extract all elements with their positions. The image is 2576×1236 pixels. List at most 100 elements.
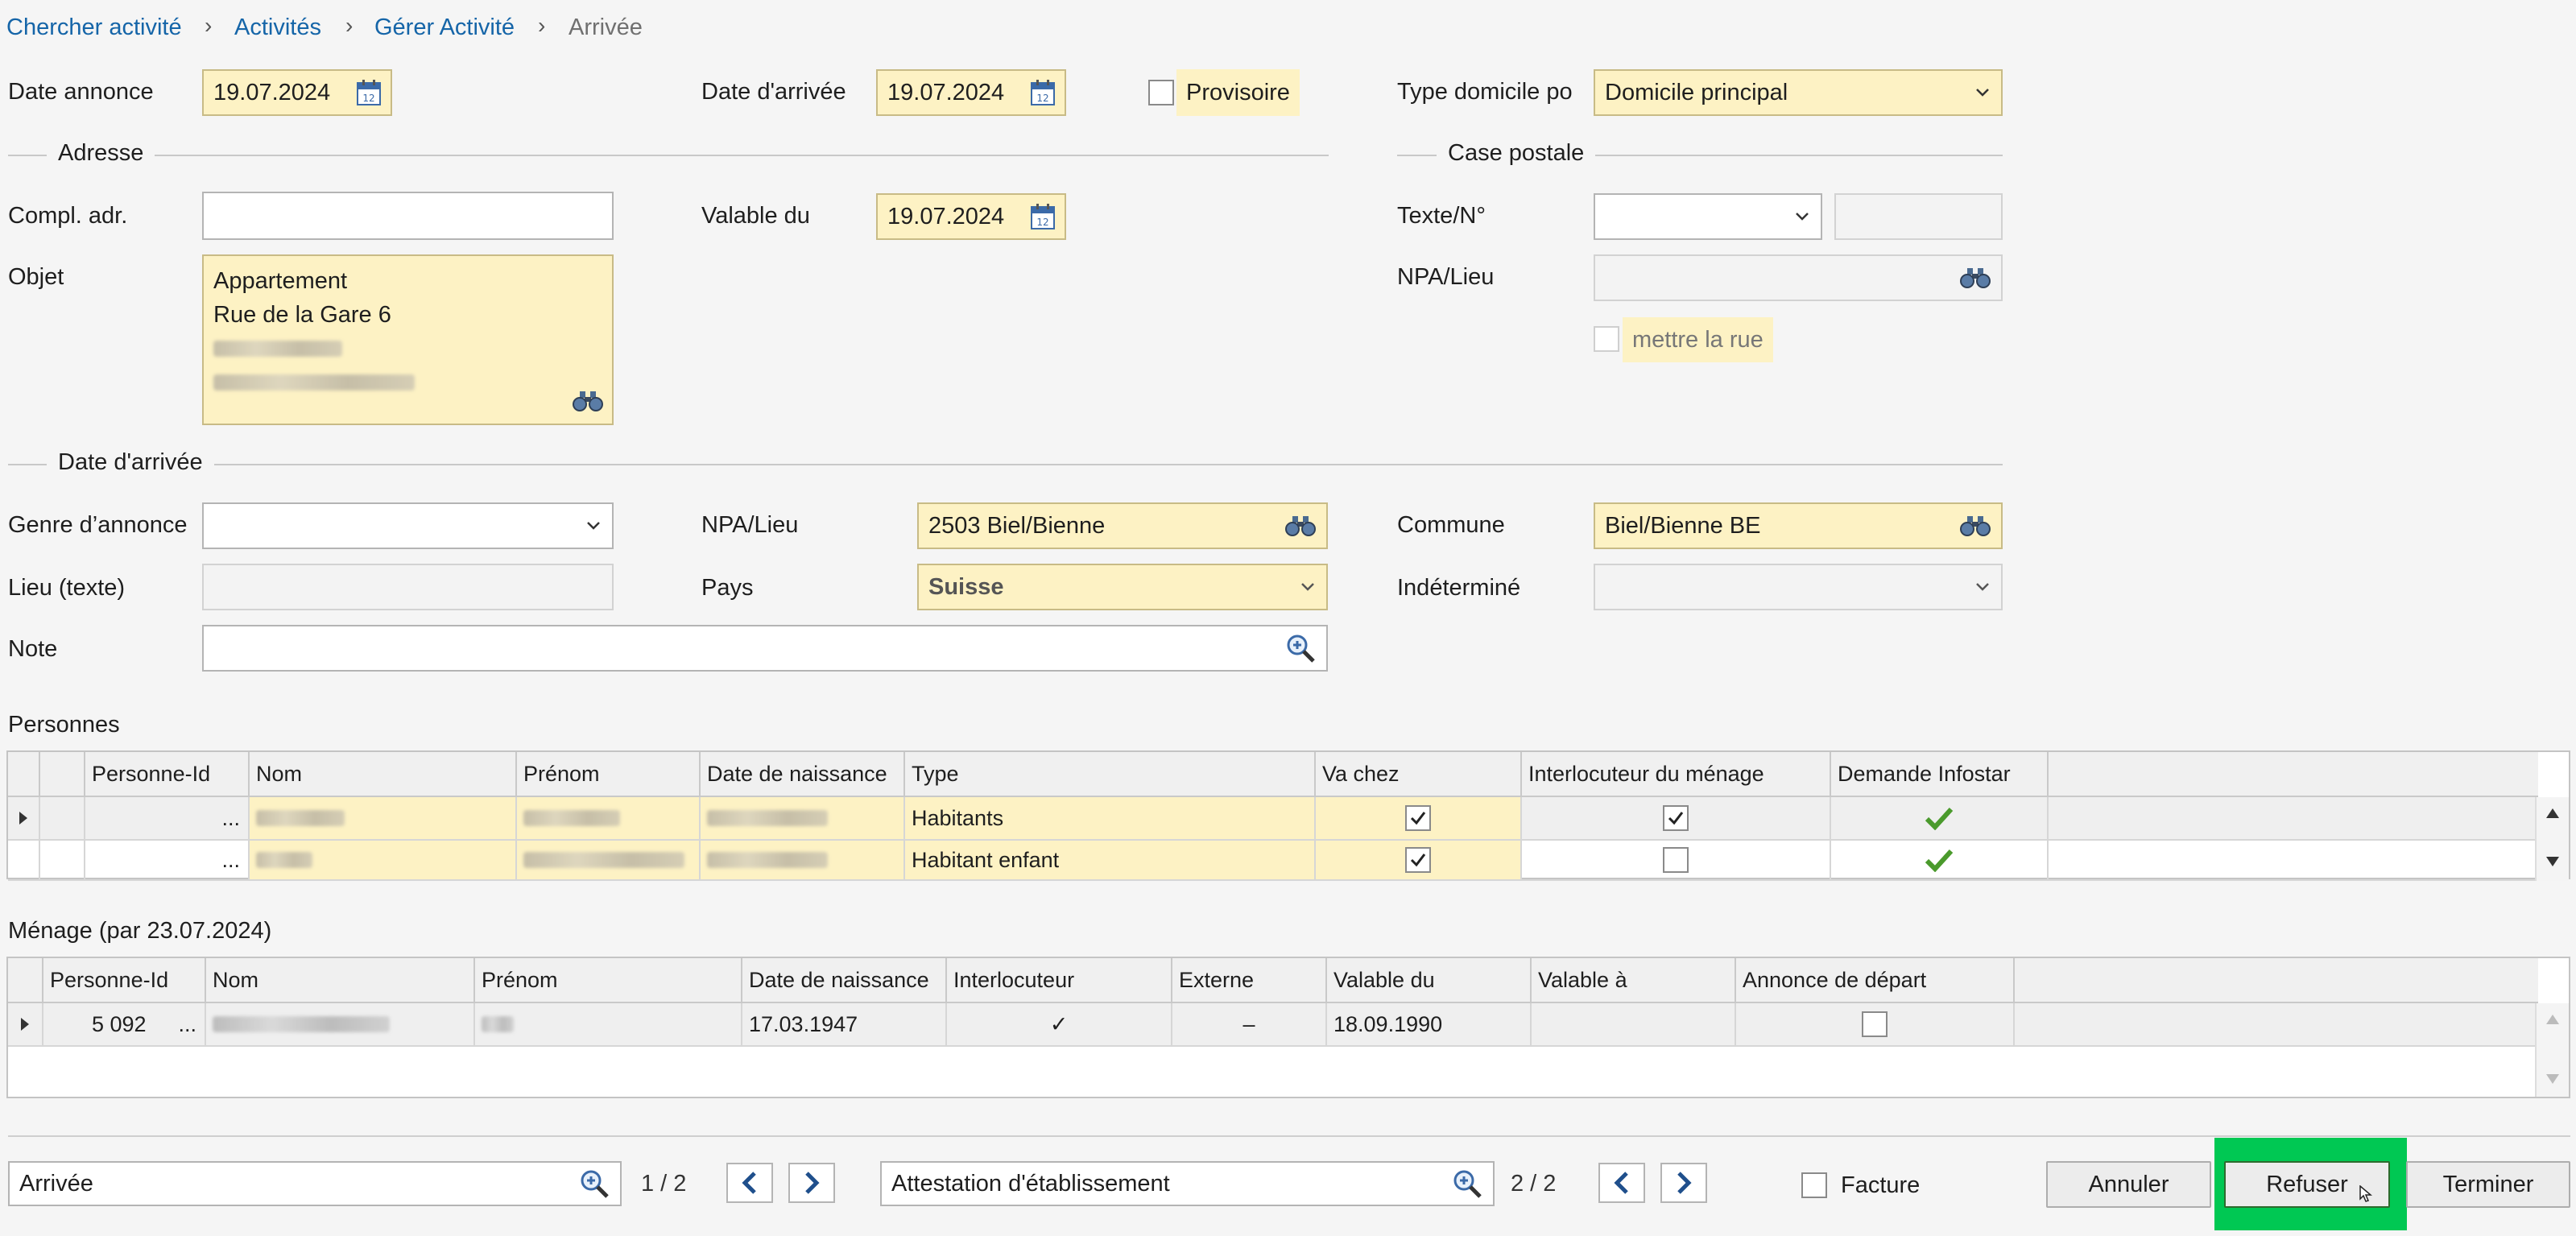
binoculars-icon[interactable] (1959, 515, 1991, 537)
date-annonce-input[interactable]: 19.07.2024 12 (202, 69, 392, 116)
personnes-grid: Personne-Id Nom Prénom Date de naissance… (6, 750, 2570, 881)
lieu-texte-input[interactable] (202, 564, 614, 610)
binoculars-icon[interactable] (1284, 515, 1317, 537)
col-personne-id[interactable]: Personne-Id (43, 958, 206, 1003)
va-chez-checkbox[interactable] (1405, 847, 1431, 873)
col-valable-a[interactable]: Valable à (1532, 958, 1736, 1003)
table-row[interactable]: 5 092... (43, 1003, 206, 1047)
breadcrumb-item-activites[interactable]: Activités (234, 14, 321, 41)
binoculars-icon[interactable] (1959, 267, 1991, 289)
breadcrumb-separator: › (538, 13, 546, 38)
date-arrivee-input[interactable]: 19.07.2024 12 (876, 69, 1066, 116)
cell-naissance: 17.03.1947 (742, 1003, 947, 1047)
breadcrumb-item-gerer[interactable]: Gérer Activité (374, 14, 515, 41)
col-nom[interactable]: Nom (250, 752, 517, 797)
col-externe[interactable]: Externe (1172, 958, 1327, 1003)
type-domicile-select[interactable]: Domicile principal (1594, 69, 2003, 116)
cell-nom-redacted (206, 1003, 475, 1047)
pays-label: Pays (701, 575, 754, 601)
chevron-down-icon (1976, 583, 1989, 591)
col-naissance[interactable]: Date de naissance (742, 958, 947, 1003)
scroll-up-icon[interactable] (2545, 807, 2561, 820)
col-annonce-depart[interactable]: Annonce de départ (1736, 958, 2015, 1003)
genre-annonce-select[interactable] (202, 502, 614, 549)
zoom-icon[interactable] (1284, 632, 1317, 664)
menage-title: Ménage (par 23.07.2024) (8, 918, 272, 944)
footer-divider (8, 1135, 2570, 1137)
green-check-icon (1925, 807, 1954, 830)
refuser-button[interactable]: Refuser (2224, 1161, 2390, 1208)
npa-lieu-input[interactable]: 2503 Biel/Bienne (917, 502, 1328, 549)
commune-label: Commune (1397, 512, 1505, 538)
objet-line-2: Rue de la Gare 6 (213, 302, 391, 328)
pays-select[interactable]: Suisse (917, 564, 1328, 610)
document-input[interactable]: Attestation d'établissement (880, 1161, 1495, 1206)
table-row[interactable]: ... (85, 797, 250, 841)
npa-lieu-label: NPA/Lieu (701, 512, 799, 538)
indetermine-select[interactable] (1594, 564, 2003, 610)
mettre-rue-label: mettre la rue (1623, 317, 1773, 362)
document-prev-button[interactable] (1598, 1163, 1645, 1203)
col-nom[interactable]: Nom (206, 958, 475, 1003)
cp-npa-input[interactable] (1594, 254, 2003, 301)
zoom-icon[interactable] (1451, 1168, 1483, 1200)
texte-no-label: Texte/N° (1397, 203, 1486, 229)
cell-type[interactable]: Habitant enfant (905, 841, 1316, 881)
note-input[interactable] (202, 625, 1328, 672)
breadcrumb-item-chercher[interactable]: Chercher activité (6, 14, 182, 41)
cell-nom-redacted (250, 841, 517, 881)
activity-step-input[interactable]: Arrivée (8, 1161, 622, 1206)
scroll-down-icon[interactable] (2545, 855, 2561, 868)
interlocuteur-checkbox[interactable] (1663, 805, 1689, 831)
interlocuteur-checkbox[interactable] (1663, 847, 1689, 873)
document-next-button[interactable] (1660, 1163, 1707, 1203)
mettre-rue-checkbox[interactable] (1594, 326, 1619, 352)
calendar-icon[interactable]: 12 (1031, 204, 1055, 229)
scroll-up-icon[interactable] (2545, 1013, 2561, 1026)
col-interlocuteur[interactable]: Interlocuteur du ménage (1522, 752, 1831, 797)
table-row[interactable]: ... (85, 841, 250, 881)
col-valable-du[interactable]: Valable du (1327, 958, 1532, 1003)
personnes-scrollbar[interactable] (2535, 797, 2569, 881)
compl-adr-input[interactable] (202, 192, 614, 240)
step-next-button[interactable] (788, 1163, 835, 1203)
row-selector[interactable] (8, 797, 40, 841)
scroll-down-icon[interactable] (2545, 1073, 2561, 1085)
npa-lieu-value: 2503 Biel/Bienne (928, 512, 1106, 539)
commune-input[interactable]: Biel/Bienne BE (1594, 502, 2003, 549)
personnes-title: Personnes (8, 712, 120, 738)
col-prenom[interactable]: Prénom (517, 752, 701, 797)
facture-checkbox[interactable] (1801, 1172, 1827, 1198)
step-prev-button[interactable] (726, 1163, 773, 1203)
va-chez-checkbox[interactable] (1405, 805, 1431, 831)
cell-prenom-redacted (517, 841, 701, 881)
valable-du-input[interactable]: 19.07.2024 12 (876, 193, 1066, 240)
col-prenom[interactable]: Prénom (475, 958, 742, 1003)
annuler-button[interactable]: Annuler (2046, 1161, 2211, 1208)
col-personne-id[interactable]: Personne-Id (85, 752, 250, 797)
cell-type[interactable]: Habitants (905, 797, 1316, 841)
annonce-depart-checkbox[interactable] (1862, 1011, 1888, 1037)
indetermine-label: Indéterminé (1397, 575, 1521, 601)
zoom-icon[interactable] (578, 1168, 610, 1200)
activity-step-value: Arrivée (19, 1170, 93, 1197)
terminer-button[interactable]: Terminer (2406, 1161, 2570, 1208)
calendar-icon[interactable]: 12 (1031, 80, 1055, 105)
col-infostar[interactable]: Demande Infostar (1831, 752, 2049, 797)
valable-du-value: 19.07.2024 (887, 203, 1005, 229)
col-va-chez[interactable]: Va chez (1316, 752, 1522, 797)
binoculars-icon[interactable] (572, 390, 604, 412)
col-type[interactable]: Type (905, 752, 1316, 797)
calendar-icon[interactable]: 12 (357, 80, 381, 105)
col-naissance[interactable]: Date de naissance (701, 752, 905, 797)
texte-no-select[interactable] (1594, 193, 1822, 240)
texte-no-input[interactable] (1834, 193, 2003, 240)
provisoire-checkbox[interactable] (1148, 80, 1174, 105)
col-interlocuteur[interactable]: Interlocuteur (947, 958, 1172, 1003)
row-selector[interactable] (8, 841, 40, 881)
row-selector[interactable] (8, 1003, 43, 1047)
objet-input[interactable]: Appartement Rue de la Gare 6 (202, 254, 614, 425)
row-pointer-icon (19, 812, 27, 825)
breadcrumb-separator: › (345, 13, 354, 38)
menage-scrollbar[interactable] (2535, 1003, 2569, 1097)
